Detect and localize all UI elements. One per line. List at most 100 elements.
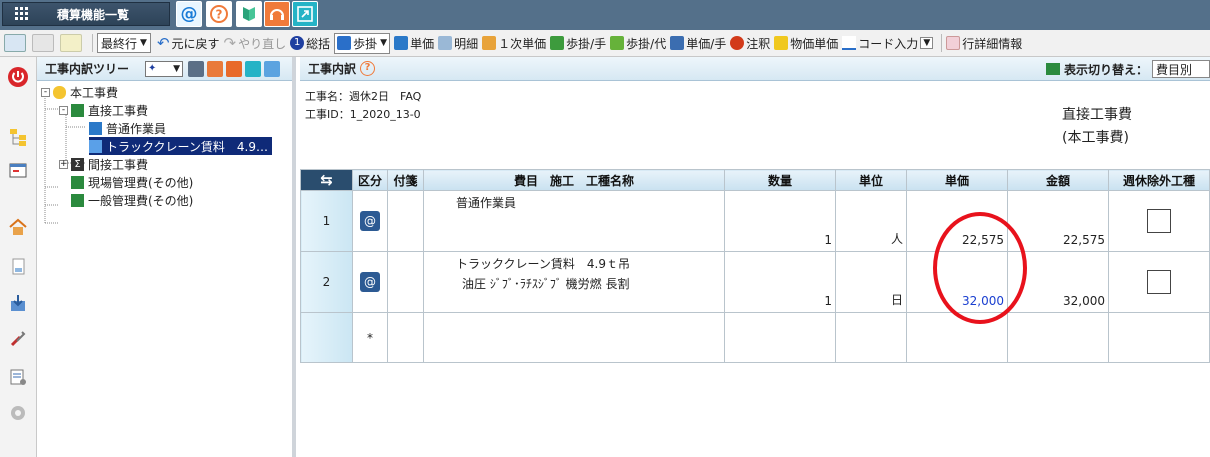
help-icon[interactable]: ? (206, 1, 232, 27)
tree-node-truck-crane[interactable]: トラッククレーン賃料 4.9… (89, 137, 273, 155)
function-menu-button[interactable]: 積算機能一覧 (2, 2, 170, 26)
tree-node-label: 普通作業員 (106, 121, 167, 136)
holiday-exclusion-checkbox[interactable] (1147, 209, 1171, 233)
breakdown-table: ⇆ 区分 付箋 費目 施工 工種名称 数量 単位 単価 金額 週休除外工種 1 … (300, 169, 1210, 363)
view-switch-icon (1045, 63, 1060, 75)
ratio-hand-button[interactable]: 歩掛/手 (550, 35, 606, 52)
column-header: 付箋 (387, 169, 424, 191)
home-icon[interactable] (8, 217, 28, 237)
document-icon[interactable] (8, 257, 28, 277)
power-icon[interactable] (8, 67, 28, 87)
name-cell[interactable]: トラッククレーン賃料 4.9ｔ吊 油圧 ｼﾞﾌﾞ･ﾗﾁｽｼﾞﾌﾞ 機労燃 長割 (423, 251, 725, 313)
tree-node-general-management[interactable]: 一般管理費(その他) (71, 191, 193, 209)
total-button[interactable]: 1 総括 (290, 35, 330, 52)
weekly-holiday-exclusion-cell[interactable] (1108, 251, 1210, 313)
unit-price-hand-icon (670, 36, 685, 50)
ratio-sub-button[interactable]: 歩掛/代 (610, 35, 666, 52)
tree-node-label: 直接工事費 (88, 103, 149, 118)
tree-node-site-management[interactable]: 現場管理費(その他) (71, 173, 193, 191)
download-box-icon[interactable] (8, 293, 28, 313)
help-icon[interactable]: ? (360, 61, 376, 76)
expand-icon[interactable] (292, 1, 318, 27)
row-detail-button[interactable]: 行詳細情報 (946, 35, 1022, 52)
name-cell[interactable] (423, 312, 725, 363)
number-one-icon: 1 (290, 36, 305, 50)
view-switch-select[interactable]: 費目別 (1152, 60, 1210, 78)
detail-button[interactable]: 明細 (438, 35, 478, 52)
tree-tool-gear-icon[interactable] (188, 60, 205, 77)
tree-tool-open-folder-icon[interactable] (226, 60, 243, 77)
tree-node-direct-cost[interactable]: - 直接工事費 (59, 101, 148, 119)
primary-unit-price-button[interactable]: １次単価 (482, 35, 546, 52)
material-unit-price-button[interactable]: 物価単価 (774, 35, 838, 52)
note-button[interactable]: 注釈 (730, 35, 770, 52)
project-icon (53, 85, 66, 99)
quantity-cell[interactable]: 1 (724, 251, 836, 313)
table-new-row[interactable]: * (300, 312, 1210, 363)
unit-cell[interactable] (835, 312, 907, 363)
row-number[interactable] (300, 312, 353, 363)
tree-tool-close-icon[interactable] (264, 60, 281, 77)
grid-menu-icon (15, 7, 29, 21)
table-row[interactable]: 2 @ トラッククレーン賃料 4.9ｔ吊 油圧 ｼﾞﾌﾞ･ﾗﾁｽｼﾞﾌﾞ 機労燃… (300, 251, 1210, 313)
tree-node-general-worker[interactable]: 普通作業員 (89, 119, 166, 137)
weekly-holiday-exclusion-cell[interactable] (1108, 312, 1210, 363)
undo-button[interactable]: ↶ 元に戻す (157, 34, 220, 52)
holiday-exclusion-checkbox[interactable] (1147, 270, 1171, 294)
tree-node-label: 現場管理費(その他) (88, 175, 194, 190)
ratio-icon (337, 36, 352, 50)
quantity-cell[interactable] (724, 312, 836, 363)
code-input-select[interactable]: コード入力 ▼ (842, 35, 934, 52)
project-name: 工事名：週休2日 FAQ (305, 90, 422, 103)
tree-node-indirect-cost[interactable]: + Σ 間接工事費 (59, 155, 148, 173)
expand-toggle-icon[interactable]: + (59, 159, 68, 169)
unit-cell[interactable]: 人 (835, 190, 907, 252)
tree-tool-refresh-icon[interactable] (245, 60, 262, 77)
sticky-note-cell[interactable] (387, 312, 424, 363)
table-row[interactable]: 1 @ 普通作業員 1 人 22,575 22,575 (300, 190, 1210, 252)
cost-list-icon (71, 103, 84, 117)
sticky-note-cell[interactable] (387, 190, 424, 252)
sticky-note-cell[interactable] (387, 251, 424, 313)
grid-rows-icon[interactable] (60, 34, 84, 52)
name-cell[interactable]: 普通作業員 (423, 190, 725, 252)
tools-icon[interactable] (8, 329, 28, 349)
collapse-toggle-icon[interactable]: - (41, 87, 50, 97)
category-cell[interactable]: @ (352, 190, 388, 252)
heading-line1: 直接工事費 (1062, 107, 1132, 123)
unit-price-label: 単価 (410, 36, 435, 51)
unit-price-hand-label: 単価/手 (686, 36, 727, 51)
unit-price-button[interactable]: 単価 (394, 35, 434, 52)
weekly-holiday-exclusion-cell[interactable] (1108, 190, 1210, 252)
tree-title: 工事内訳ツリー (45, 62, 130, 76)
redo-button[interactable]: ↷ やり直し (224, 34, 287, 52)
mail-icon[interactable]: @ (176, 1, 202, 27)
column-header: 金額 (1007, 169, 1109, 191)
tree-tool-folder-icon[interactable] (207, 60, 224, 77)
tree-node-main-construction[interactable]: - 本工事費 (41, 83, 118, 101)
unit-price-icon (394, 36, 409, 50)
quantity-cell[interactable]: 1 (724, 190, 836, 252)
item-name: トラッククレーン賃料 4.9ｔ吊 (456, 257, 631, 271)
gear-icon[interactable] (8, 403, 28, 423)
category-cell[interactable]: @ (352, 251, 388, 313)
row-number[interactable]: 1 (300, 190, 353, 252)
pin-dropdown[interactable]: ✦ ▼ (145, 60, 184, 77)
delete-rows-icon[interactable] (4, 34, 28, 52)
window-icon[interactable] (8, 161, 28, 181)
ratio-select[interactable]: 歩掛 ▼ (334, 32, 391, 54)
bookmark-icon[interactable] (236, 1, 262, 27)
unit-price-at-icon: @ (360, 272, 380, 292)
cost-list-icon (71, 175, 84, 189)
row-number[interactable]: 2 (300, 251, 353, 313)
swap-columns-button[interactable]: ⇆ (300, 169, 353, 191)
collapse-toggle-icon[interactable]: - (59, 105, 68, 115)
support-icon[interactable] (264, 1, 290, 27)
mode-select[interactable]: 最終行 ▼ (97, 33, 151, 53)
edit-rows-icon[interactable] (32, 34, 56, 52)
unit-cell[interactable]: 日 (835, 251, 907, 313)
settings-list-icon[interactable] (8, 367, 28, 387)
tree-view-icon[interactable] (8, 127, 28, 147)
column-header: 数量 (724, 169, 836, 191)
unit-price-hand-button[interactable]: 単価/手 (670, 35, 726, 52)
